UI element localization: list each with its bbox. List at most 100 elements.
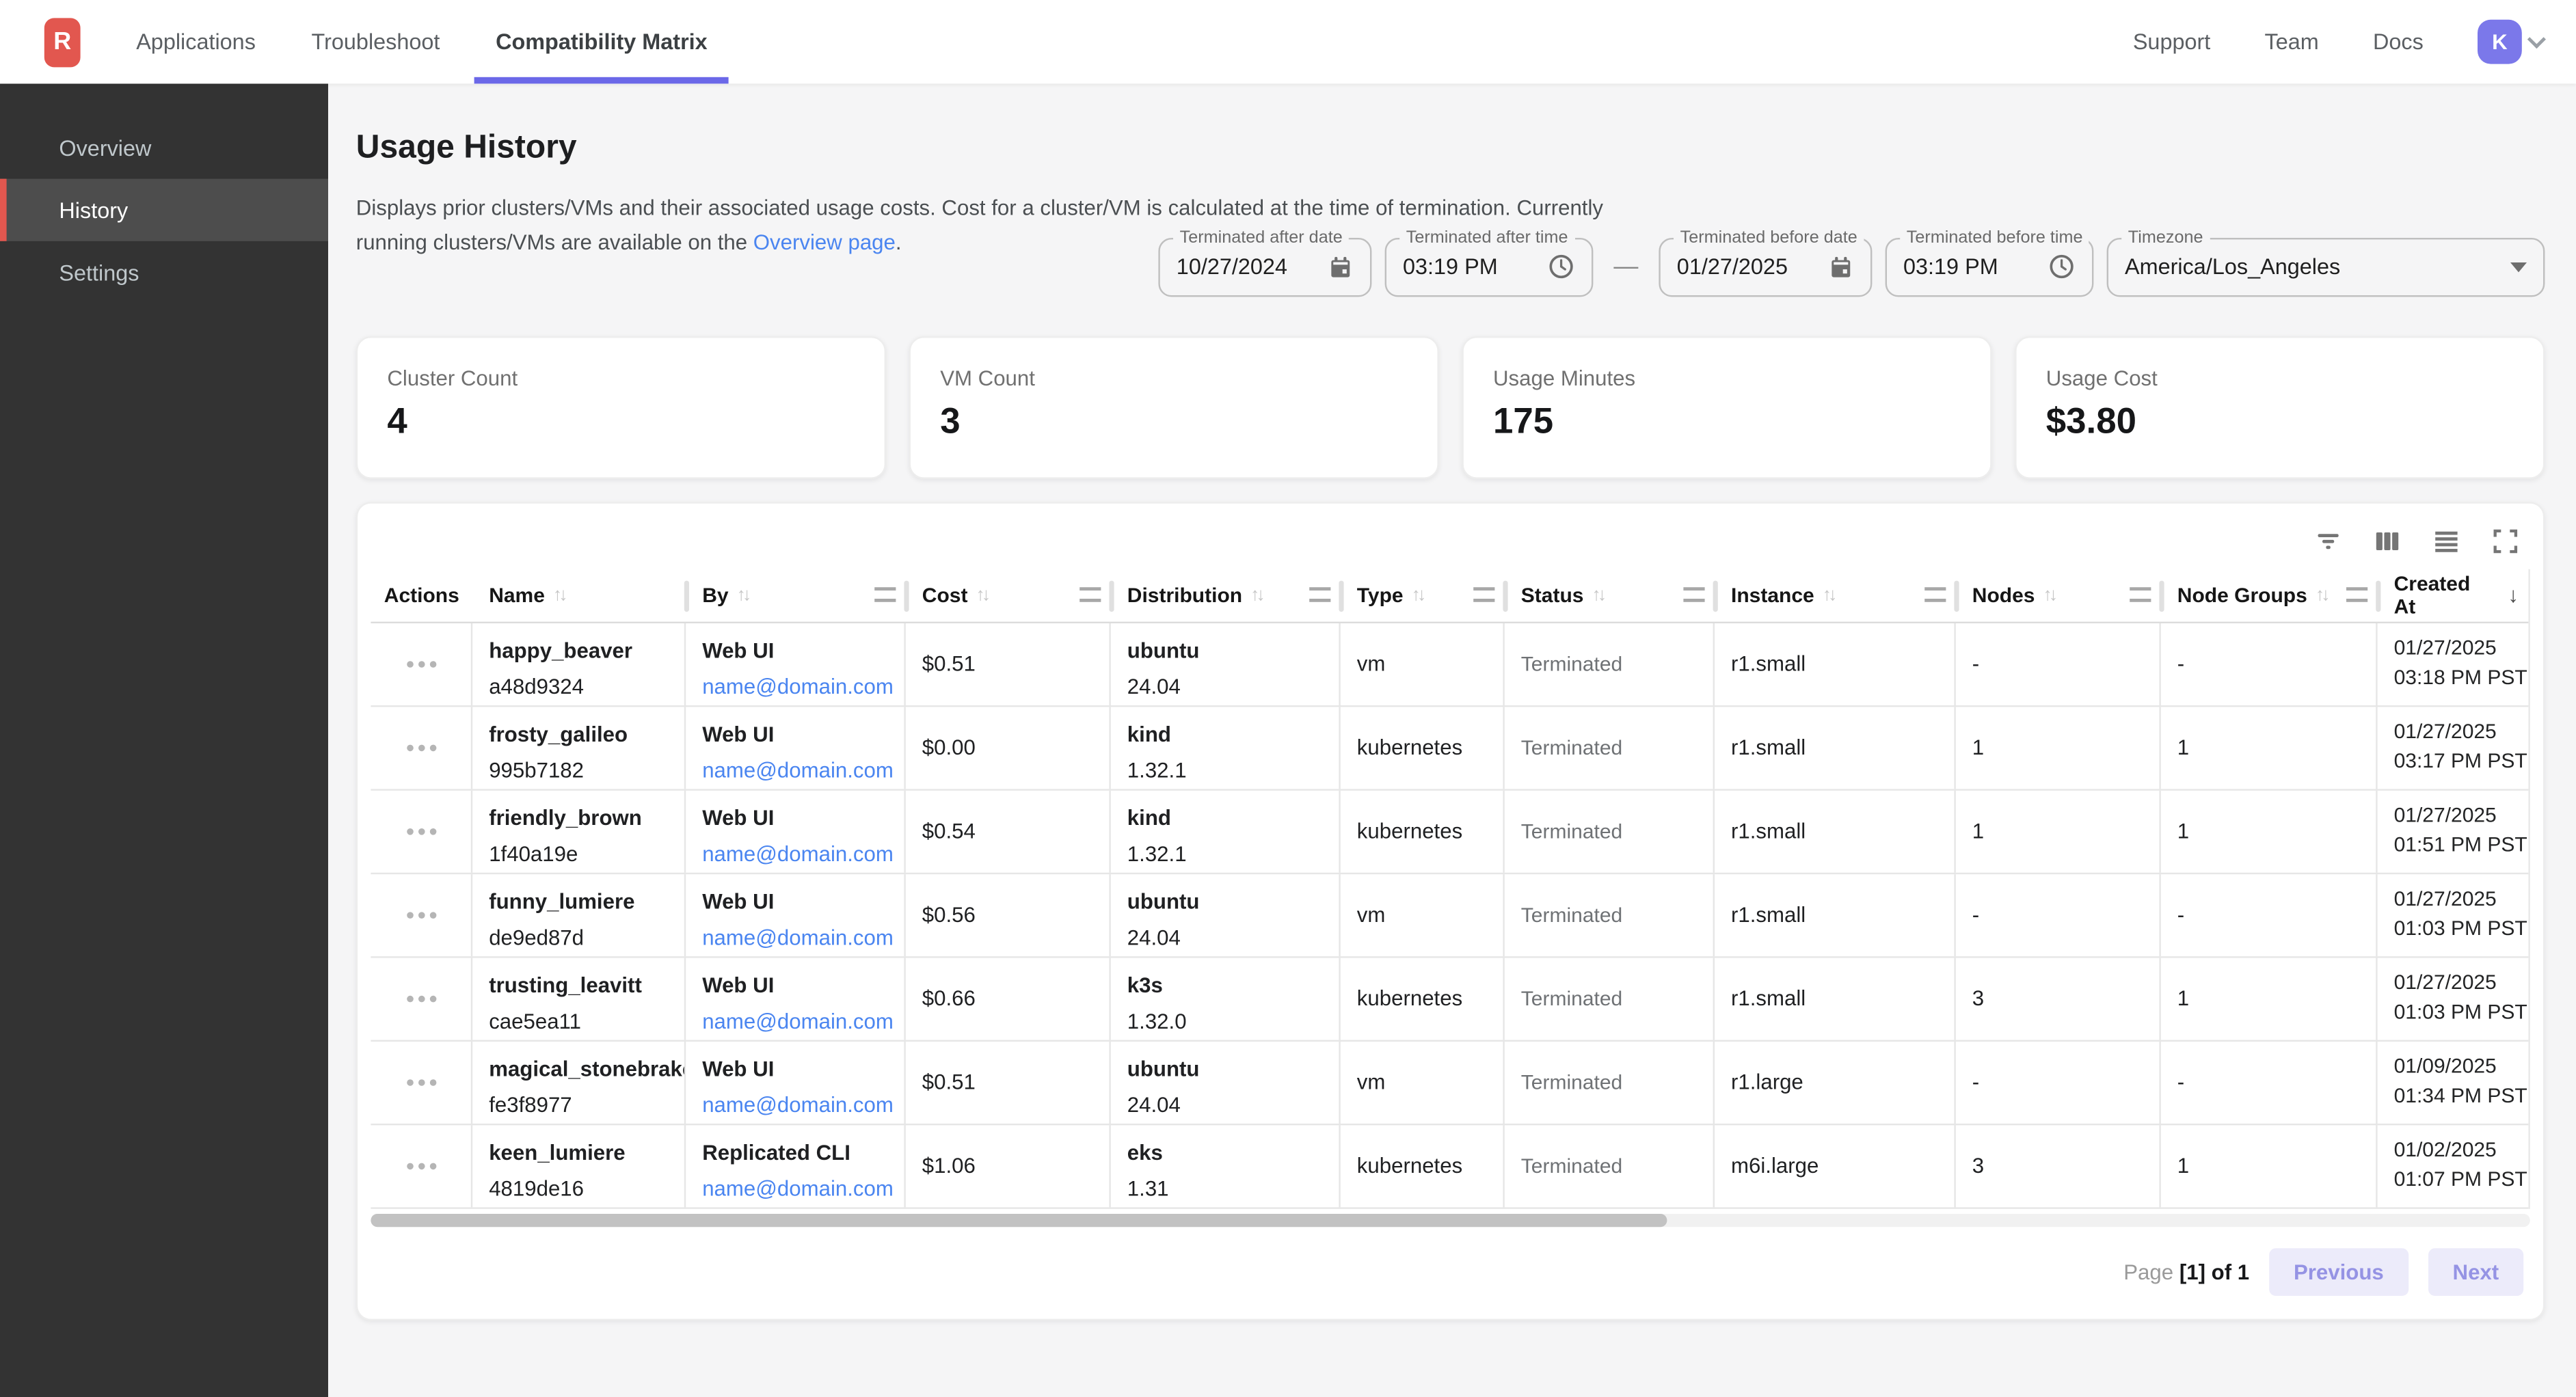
created-by-email-link[interactable]: name@domain.com <box>702 670 891 703</box>
cell-by: Web UIname@domain.com <box>686 790 906 872</box>
column-menu-icon[interactable] <box>2346 587 2367 602</box>
ellipsis-icon <box>406 911 435 918</box>
created-by-email-link[interactable]: name@domain.com <box>702 754 891 787</box>
cluster-id: 4819de16 <box>489 1172 671 1205</box>
sort-icon[interactable]: ↑↓ <box>737 585 749 605</box>
column-header-type[interactable]: Type↑↓ <box>1341 569 1505 621</box>
column-menu-icon[interactable] <box>1924 587 1946 602</box>
column-menu-icon[interactable] <box>2130 587 2151 602</box>
column-header-name[interactable]: Name ↑↓ <box>472 569 686 621</box>
row-actions-button[interactable] <box>371 1041 472 1123</box>
calendar-icon[interactable] <box>1328 254 1354 280</box>
created-by-email-link[interactable]: name@domain.com <box>702 1089 891 1122</box>
clock-icon[interactable] <box>2048 253 2076 281</box>
distribution-name: ubuntu <box>1127 885 1326 917</box>
avatar[interactable]: K <box>2478 20 2522 64</box>
distribution-version: 1.32.1 <box>1127 754 1326 787</box>
sidebar-item-settings[interactable]: Settings <box>0 241 328 303</box>
status-value: Terminated <box>1521 1154 1622 1178</box>
scrollbar-thumb[interactable] <box>371 1213 1666 1226</box>
column-menu-icon[interactable] <box>874 587 896 602</box>
table-row: frosty_galileo995b7182 Web UIname@domain… <box>371 706 2528 789</box>
row-actions-button[interactable] <box>371 958 472 1040</box>
row-actions-button[interactable] <box>371 1124 472 1206</box>
sort-icon[interactable]: ↑↓ <box>976 585 987 605</box>
fullscreen-icon[interactable] <box>2491 526 2520 555</box>
instance-value: r1.small <box>1731 735 1806 759</box>
sort-icon[interactable]: ↑↓ <box>2043 585 2054 605</box>
sort-icon[interactable]: ↑↓ <box>1250 585 1262 605</box>
created-by-email-link[interactable]: name@domain.com <box>702 837 891 870</box>
columns-icon[interactable] <box>2372 526 2402 555</box>
previous-button[interactable]: Previous <box>2269 1247 2409 1295</box>
column-header-created-at[interactable]: Created At↓ <box>2378 569 2529 621</box>
row-actions-button[interactable] <box>371 623 472 705</box>
user-menu[interactable]: K <box>2478 20 2543 64</box>
column-menu-icon[interactable] <box>1309 587 1330 602</box>
sidebar-item-overview[interactable]: Overview <box>0 116 328 178</box>
sort-icon[interactable]: ↑↓ <box>1412 585 1423 605</box>
nav-link-support[interactable]: Support <box>2133 29 2211 54</box>
next-button[interactable]: Next <box>2428 1247 2524 1295</box>
column-header-node-groups[interactable]: Node Groups↑↓ <box>2161 569 2378 621</box>
created-time: 03:17 PM PST <box>2394 746 2516 775</box>
created-by-email-link[interactable]: name@domain.com <box>702 1005 891 1037</box>
logo-letter: R <box>53 28 71 56</box>
cell-nodes: 1 <box>1956 706 2161 788</box>
terminated-before-time-field[interactable]: Terminated before time 03:19 PM <box>1886 237 2094 296</box>
cell-distribution: ubuntu24.04 <box>1111 1041 1341 1123</box>
tab-applications[interactable]: Applications <box>136 0 256 83</box>
sort-icon[interactable]: ↑↓ <box>1823 585 1834 605</box>
sort-icon[interactable]: ↑↓ <box>2316 585 2327 605</box>
sort-desc-icon[interactable]: ↓ <box>2508 582 2519 607</box>
filter-icon[interactable] <box>2313 526 2343 555</box>
sort-icon[interactable]: ↑↓ <box>553 585 565 605</box>
terminated-after-date-field[interactable]: Terminated after date 10/27/2024 <box>1158 237 1371 296</box>
calendar-icon[interactable] <box>1828 254 1854 280</box>
column-header-nodes[interactable]: Nodes↑↓ <box>1956 569 2161 621</box>
distribution-name: ubuntu <box>1127 634 1326 666</box>
column-label: Name <box>489 583 545 606</box>
overview-page-link[interactable]: Overview page <box>753 230 896 254</box>
usage-table-card: ActionsName↑↓By↑↓Cost↑↓Distribution↑↓Typ… <box>356 501 2545 1320</box>
tab-compatibility-matrix[interactable]: Compatibility Matrix <box>496 0 708 83</box>
sort-icon[interactable]: ↑↓ <box>1592 585 1603 605</box>
terminated-after-time-field[interactable]: Terminated after time 03:19 PM <box>1385 237 1594 296</box>
cluster-name: frosty_galileo <box>489 718 671 749</box>
column-header-by[interactable]: By↑↓ <box>686 569 906 621</box>
stat-label: Cluster Count <box>387 365 855 390</box>
column-menu-icon[interactable] <box>1079 587 1101 602</box>
column-menu-icon[interactable] <box>1473 587 1494 602</box>
cell-nodes: 1 <box>1956 790 2161 872</box>
column-menu-icon[interactable] <box>1683 587 1704 602</box>
stat-card-cluster-count: Cluster Count 4 <box>356 336 886 478</box>
column-header-status[interactable]: Status↑↓ <box>1505 569 1715 621</box>
terminated-before-date-field[interactable]: Terminated before date 01/27/2025 <box>1659 237 1872 296</box>
main-content: Usage History Displays prior clusters/VM… <box>328 83 2576 1397</box>
density-icon[interactable] <box>2432 526 2461 555</box>
cost-value: $0.51 <box>922 1070 976 1094</box>
replicated-logo[interactable]: R <box>44 17 81 66</box>
column-header-instance[interactable]: Instance↑↓ <box>1715 569 1956 621</box>
type-value: vm <box>1357 902 1386 927</box>
created-by-email-link[interactable]: name@domain.com <box>702 1172 891 1205</box>
cluster-id: 1f40a19e <box>489 837 671 870</box>
cell-name: trusting_leavittcae5ea11 <box>472 958 686 1040</box>
nav-link-team[interactable]: Team <box>2265 29 2319 54</box>
cell-name: funny_lumierede9ed87d <box>472 873 686 955</box>
page-current: [1] of 1 <box>2179 1259 2249 1284</box>
clock-icon[interactable] <box>1547 253 1575 281</box>
row-actions-button[interactable] <box>371 873 472 955</box>
row-actions-button[interactable] <box>371 706 472 788</box>
cost-value: $1.06 <box>922 1153 976 1178</box>
nav-link-docs[interactable]: Docs <box>2373 29 2424 54</box>
sidebar-item-history[interactable]: History <box>0 179 328 241</box>
row-actions-button[interactable] <box>371 790 472 872</box>
column-header-cost[interactable]: Cost↑↓ <box>906 569 1111 621</box>
cluster-id: fe3f8977 <box>489 1089 671 1122</box>
timezone-select[interactable]: Timezone America/Los_Angeles <box>2107 237 2545 296</box>
created-by-source: Replicated CLI <box>702 1136 891 1167</box>
column-header-distribution[interactable]: Distribution↑↓ <box>1111 569 1341 621</box>
tab-troubleshoot[interactable]: Troubleshoot <box>312 0 440 83</box>
created-by-email-link[interactable]: name@domain.com <box>702 921 891 954</box>
